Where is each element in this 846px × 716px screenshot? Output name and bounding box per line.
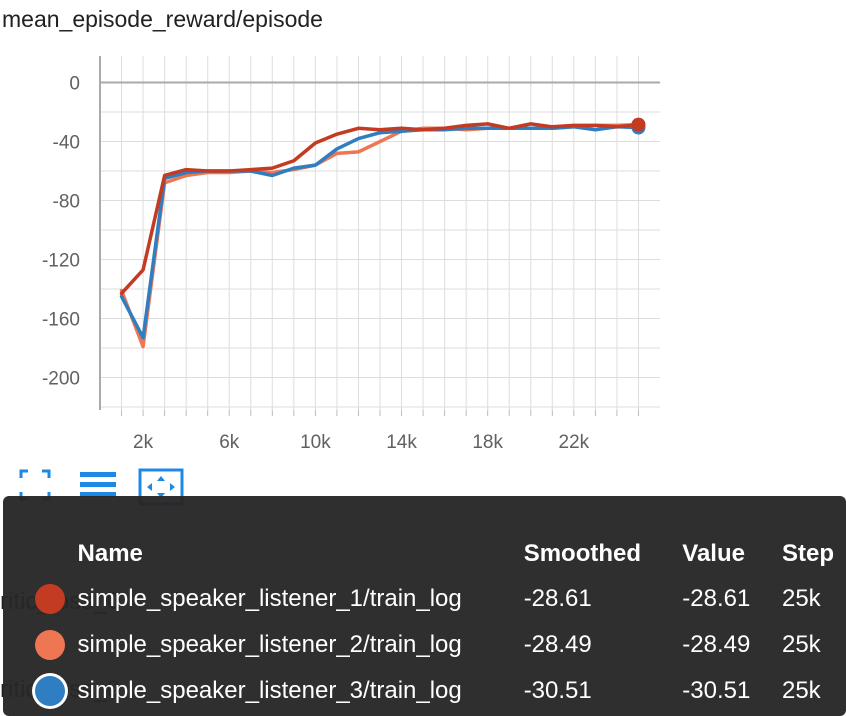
series-name: simple_speaker_listener_1/train_log bbox=[77, 585, 462, 612]
y-tick-label: 0 bbox=[69, 74, 80, 95]
series-color-dot bbox=[35, 676, 65, 706]
tooltip-header-swatch bbox=[17, 532, 78, 576]
series-name: simple_speaker_listener_2/train_log bbox=[77, 631, 462, 658]
y-tick-labels: 0 -40 -80 -120 -160 -200 bbox=[42, 74, 80, 390]
series-color-dot bbox=[35, 584, 65, 614]
tooltip-header-value: Value bbox=[682, 540, 745, 567]
tooltip-row: simple_speaker_listener_1/train_log -28.… bbox=[17, 576, 846, 622]
x-tick-label: 14k bbox=[386, 432, 417, 453]
series-step: 25k bbox=[781, 585, 821, 612]
tooltip-header-name: Name bbox=[77, 540, 143, 567]
x-tick-label: 18k bbox=[472, 432, 503, 453]
y-tick-label: -40 bbox=[53, 133, 80, 154]
tooltip-header-row: Name Smoothed Value Step bbox=[17, 532, 846, 576]
series-smoothed: -30.51 bbox=[523, 677, 592, 704]
y-tick-label: -120 bbox=[42, 251, 80, 272]
series-tooltip: Name Smoothed Value Step simple_speaker_… bbox=[3, 496, 846, 716]
tooltip-row: simple_speaker_listener_3/train_log -30.… bbox=[17, 668, 846, 714]
line-chart[interactable]: 0 -40 -80 -120 -160 -200 2k 6k 10k 14k 18k 22k bbox=[0, 0, 846, 470]
series-value: -28.61 bbox=[682, 585, 751, 612]
series-step: 25k bbox=[781, 631, 821, 658]
series-smoothed: -28.49 bbox=[523, 631, 592, 658]
series-value: -30.51 bbox=[682, 677, 751, 704]
y-tick-label: -80 bbox=[53, 192, 80, 213]
series-swatch bbox=[17, 622, 78, 668]
series-step: 25k bbox=[781, 677, 821, 704]
tooltip-header-step: Step bbox=[781, 540, 834, 567]
series-swatch bbox=[17, 668, 78, 714]
y-tick-label: -200 bbox=[42, 369, 80, 390]
series-name: simple_speaker_listener_3/train_log bbox=[77, 677, 462, 704]
x-tick-label: 2k bbox=[133, 432, 154, 453]
series-value: -28.49 bbox=[682, 631, 751, 658]
series-end-marker bbox=[631, 117, 646, 132]
y-tick-label: -160 bbox=[42, 310, 80, 331]
series-end-markers bbox=[631, 117, 646, 135]
tooltip-header-smoothed: Smoothed bbox=[523, 540, 642, 567]
tooltip-row: simple_speaker_listener_2/train_log -28.… bbox=[17, 622, 846, 668]
tooltip-table: Name Smoothed Value Step simple_speaker_… bbox=[17, 532, 846, 714]
grid-lines bbox=[100, 56, 660, 410]
x-tick-label: 10k bbox=[300, 432, 331, 453]
series-smoothed: -28.61 bbox=[523, 585, 592, 612]
x-tick-labels: 2k 6k 10k 14k 18k 22k bbox=[133, 432, 590, 453]
x-tick-label: 6k bbox=[219, 432, 240, 453]
series-color-dot bbox=[35, 630, 65, 660]
x-tick-label: 22k bbox=[559, 432, 590, 453]
series-swatch bbox=[17, 576, 78, 622]
